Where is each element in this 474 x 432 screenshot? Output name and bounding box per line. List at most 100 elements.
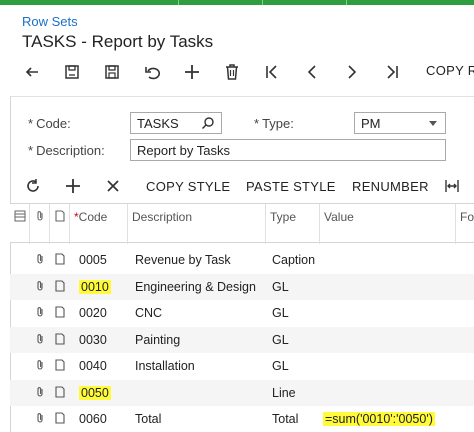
table-row[interactable]: 0030 Painting GL [10, 326, 474, 354]
attachment-cell[interactable] [34, 327, 46, 354]
chevron-down-icon [429, 121, 437, 126]
value-column-header[interactable]: Value [320, 204, 456, 244]
search-icon[interactable] [201, 116, 215, 130]
code-cell[interactable]: 0060 [79, 406, 107, 432]
note-cell[interactable] [54, 380, 66, 407]
note-cell[interactable] [54, 353, 66, 380]
description-label: * Description: [28, 143, 105, 158]
code-cell[interactable]: 0005 [79, 247, 107, 274]
description-cell[interactable]: Engineering & Design [135, 274, 256, 301]
save-and-close-icon[interactable] [60, 60, 84, 84]
table-row[interactable]: 0040 Installation GL [10, 353, 474, 380]
description-cell[interactable]: CNC [135, 300, 162, 327]
paperclip-icon[interactable] [34, 306, 46, 318]
note-icon [55, 210, 65, 222]
description-column-header[interactable]: Description [128, 204, 266, 244]
copy-style-button[interactable]: COPY STYLE [146, 179, 230, 194]
top-bar-divider [178, 0, 179, 5]
last-record-icon[interactable] [380, 60, 404, 84]
type-cell[interactable]: GL [272, 327, 289, 354]
code-column-header[interactable]: *Code [70, 204, 128, 244]
note-icon[interactable] [54, 385, 66, 398]
type-column-label: Type [270, 210, 297, 224]
next-record-icon[interactable] [340, 60, 364, 84]
note-icon[interactable] [54, 306, 66, 318]
table-row[interactable]: 0010 Engineering & Design GL [10, 273, 474, 301]
table-row[interactable]: 0050 Line [10, 379, 474, 407]
attachment-cell[interactable] [34, 380, 46, 407]
type-label-text: Type: [262, 116, 294, 131]
type-column-header[interactable]: Type [266, 204, 320, 244]
type-cell[interactable]: GL [272, 274, 289, 301]
attachment-cell[interactable] [34, 274, 46, 301]
delete-icon[interactable] [220, 60, 244, 84]
paperclip-icon[interactable] [34, 359, 46, 371]
fo-column-header[interactable]: Fo [456, 204, 474, 244]
description-label-text: Description: [36, 143, 105, 158]
note-cell[interactable] [54, 327, 66, 354]
paste-style-button[interactable]: PASTE STYLE [246, 179, 336, 194]
row-selector-header[interactable] [10, 204, 30, 244]
description-cell[interactable]: Installation [135, 353, 195, 380]
note-cell[interactable] [54, 247, 66, 274]
previous-record-icon[interactable] [300, 60, 324, 84]
description-cell[interactable]: Painting [135, 327, 180, 354]
note-cell[interactable] [54, 300, 66, 327]
copy-button[interactable]: COPY R [426, 63, 474, 78]
code-value: 0040 [79, 359, 107, 373]
attachment-cell[interactable] [34, 247, 46, 274]
attachment-header [30, 204, 50, 244]
back-icon[interactable] [20, 60, 44, 84]
note-icon[interactable] [54, 279, 66, 292]
note-icon[interactable] [54, 253, 66, 265]
attachment-cell[interactable] [34, 406, 46, 432]
attachment-cell[interactable] [34, 300, 46, 327]
paperclip-icon[interactable] [34, 280, 46, 292]
code-value: TASKS [137, 116, 179, 131]
value-cell[interactable]: =sum('0010':'0050') [323, 406, 435, 432]
code-cell[interactable]: 0050 [79, 380, 111, 407]
table-row[interactable]: 0005 Revenue by Task Caption [10, 247, 474, 274]
paperclip-icon[interactable] [34, 386, 46, 398]
type-value: PM [361, 116, 381, 131]
paperclip-icon[interactable] [34, 253, 46, 265]
type-select[interactable]: PM [354, 112, 446, 134]
save-icon[interactable] [100, 60, 124, 84]
table-row[interactable]: 0020 CNC GL [10, 300, 474, 327]
note-icon[interactable] [54, 332, 66, 345]
description-cell[interactable]: Total [135, 406, 161, 432]
description-cell[interactable]: Revenue by Task [135, 247, 231, 274]
grid-settings-icon[interactable] [14, 210, 26, 222]
type-cell[interactable]: Line [272, 380, 296, 407]
code-field[interactable]: TASKS [130, 112, 222, 134]
renumber-button[interactable]: RENUMBER [352, 179, 429, 194]
breadcrumb[interactable]: Row Sets [22, 14, 78, 29]
code-cell[interactable]: 0010 [79, 274, 111, 301]
description-field[interactable]: Report by Tasks [130, 139, 446, 161]
undo-icon[interactable] [140, 60, 164, 84]
type-cell[interactable]: GL [272, 353, 289, 380]
code-cell[interactable]: 0020 [79, 300, 107, 327]
add-row-icon[interactable] [63, 176, 83, 196]
code-column-label: Code [78, 210, 108, 224]
type-cell[interactable]: GL [272, 300, 289, 327]
refresh-icon[interactable] [23, 176, 43, 196]
table-row[interactable]: 0060 Total Total =sum('0010':'0050') [10, 406, 474, 432]
note-icon[interactable] [54, 412, 66, 424]
row-set-grid: *Code Description Type Value Fo 0005 Reve… [10, 203, 474, 432]
delete-row-icon[interactable] [103, 176, 123, 196]
note-icon[interactable] [54, 359, 66, 371]
first-record-icon[interactable] [260, 60, 284, 84]
paperclip-icon[interactable] [34, 333, 46, 345]
code-cell[interactable]: 0040 [79, 353, 107, 380]
type-cell[interactable]: Total [272, 406, 298, 432]
code-cell[interactable]: 0030 [79, 327, 107, 354]
note-cell[interactable] [54, 406, 66, 432]
note-cell[interactable] [54, 274, 66, 301]
fit-columns-icon[interactable] [442, 176, 462, 196]
type-cell[interactable]: Caption [272, 247, 315, 274]
code-value: 0060 [79, 412, 107, 426]
paperclip-icon[interactable] [34, 412, 46, 424]
attachment-cell[interactable] [34, 353, 46, 380]
add-icon[interactable] [180, 60, 204, 84]
